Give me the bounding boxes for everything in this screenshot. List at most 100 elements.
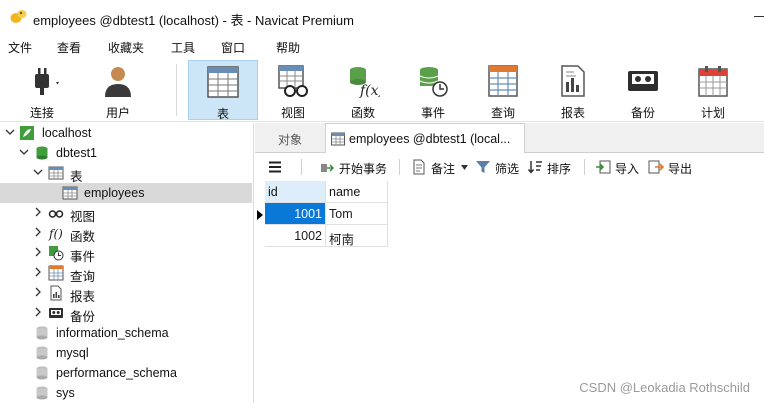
report-icon: [561, 65, 585, 97]
query-button[interactable]: 查询: [472, 60, 534, 120]
tree-item-backups[interactable]: 备份: [0, 303, 252, 324]
filter-label: 筛选: [495, 162, 520, 176]
minimize-button[interactable]: [740, 0, 764, 34]
cell-name[interactable]: Tom: [326, 203, 388, 225]
database-label: mysql: [56, 346, 89, 360]
cell-id[interactable]: 1001: [265, 203, 326, 225]
filter-button[interactable]: 筛选: [475, 157, 523, 177]
menu-file[interactable]: 文件: [8, 39, 32, 56]
plug-icon: [35, 68, 59, 95]
menu-help[interactable]: 帮助: [276, 39, 300, 56]
connect-button[interactable]: 连接: [18, 60, 78, 120]
database-inactive-icon: [36, 366, 48, 380]
menu-button[interactable]: [267, 157, 287, 177]
begin-transaction-label: 开始事务: [339, 162, 388, 176]
cell-name[interactable]: 柯南: [326, 225, 388, 247]
user-label: 用户: [105, 106, 130, 120]
begin-transaction-button[interactable]: 开始事务: [319, 157, 391, 177]
function-button[interactable]: f(x) 函数: [332, 60, 394, 120]
view-button[interactable]: 视图: [262, 60, 324, 120]
chevron-down-icon[interactable]: [5, 127, 15, 137]
event-button[interactable]: 事件: [402, 60, 464, 120]
navicat-logo-icon: [10, 10, 27, 23]
import-icon: [596, 160, 611, 174]
sort-label: 排序: [547, 162, 572, 176]
tree-item-mysql[interactable]: mysql: [0, 343, 252, 363]
tab-employees[interactable]: employees @dbtest1 (local...: [325, 123, 525, 154]
backup-label: 备份: [630, 106, 655, 120]
connection-icon: [20, 126, 34, 140]
toolbar-separator: [176, 64, 177, 116]
connection-label: localhost: [42, 126, 92, 140]
tab-objects[interactable]: 对象: [255, 123, 325, 153]
connect-label: 连接: [30, 106, 55, 120]
chevron-down-icon[interactable]: [19, 147, 29, 157]
tree-item-queries[interactable]: 查询: [0, 263, 252, 284]
note-icon: [413, 159, 425, 175]
event-icon: [49, 246, 64, 261]
view-icon: [278, 65, 308, 97]
note-button[interactable]: 备注: [411, 157, 471, 177]
chevron-right-icon[interactable]: [33, 287, 43, 297]
filter-icon: [476, 161, 490, 173]
chevron-right-icon[interactable]: [33, 247, 43, 257]
chevron-right-icon[interactable]: [33, 207, 43, 217]
tree-item-views[interactable]: 视图: [0, 203, 252, 224]
tree-item-information-schema[interactable]: information_schema: [0, 323, 252, 343]
function-label: 函数: [350, 106, 375, 120]
import-button[interactable]: 导入: [595, 157, 643, 177]
tree-item-functions[interactable]: f() 函数: [0, 223, 252, 244]
function-icon: f(x): [350, 67, 380, 98]
chevron-right-icon[interactable]: [33, 307, 43, 317]
backup-button[interactable]: 备份: [612, 60, 674, 120]
report-button[interactable]: 报表: [542, 60, 604, 120]
table-icon: [207, 66, 239, 98]
caret-down-icon[interactable]: [461, 165, 468, 170]
transaction-icon: [321, 164, 335, 172]
user-button[interactable]: 用户: [90, 60, 146, 120]
tab-employees-label: employees @dbtest1 (local...: [349, 132, 511, 146]
query-label: 查询: [490, 106, 515, 120]
database-inactive-icon: [36, 346, 48, 360]
sort-icon: [527, 161, 542, 174]
tree-item-tables[interactable]: 表: [0, 163, 252, 184]
menu-view[interactable]: 查看: [57, 39, 81, 56]
chevron-down-icon[interactable]: [33, 167, 43, 177]
schedule-button[interactable]: 计划: [682, 60, 744, 120]
sort-button[interactable]: 排序: [527, 157, 577, 177]
import-label: 导入: [615, 162, 640, 176]
data-grid: id name 1001 Tom 1002 柯南: [255, 181, 764, 403]
watermark: CSDN @Leokadia Rothschild: [579, 380, 750, 395]
grid-toolbar: 开始事务 备注 筛选 排序 导入 导出: [255, 153, 764, 181]
tree-item-events[interactable]: 事件: [0, 243, 252, 264]
tree-item-sys[interactable]: sys: [0, 383, 252, 403]
tree-item-performance-schema[interactable]: performance_schema: [0, 363, 252, 383]
window-title: employees @dbtest1 (localhost) - 表 - Nav…: [33, 13, 354, 28]
menu-window[interactable]: 窗口: [221, 39, 245, 56]
chevron-right-icon[interactable]: [33, 227, 43, 237]
tree-item-reports[interactable]: 报表: [0, 283, 252, 304]
column-header-name[interactable]: name: [326, 181, 388, 203]
tree-item-employees[interactable]: employees: [0, 183, 252, 203]
database-inactive-icon: [36, 326, 48, 340]
tree-item-localhost[interactable]: localhost: [0, 123, 252, 143]
query-icon: [488, 65, 518, 97]
export-button[interactable]: 导出: [648, 157, 698, 177]
backup-icon: [49, 308, 63, 318]
tables-folder-icon: [48, 166, 64, 180]
menu-bar: 文件 查看 收藏夹 工具 窗口 帮助: [0, 34, 764, 58]
event-label: 事件: [420, 106, 445, 120]
cell-id[interactable]: 1002: [265, 225, 326, 247]
table-label: employees: [84, 186, 145, 200]
table-button[interactable]: 表: [188, 60, 258, 121]
database-label: sys: [56, 386, 75, 400]
backup-icon: [628, 71, 658, 91]
menu-tools[interactable]: 工具: [171, 39, 195, 56]
export-icon: [648, 160, 664, 174]
grid-toolbar-separator: [584, 159, 585, 175]
database-label: performance_schema: [56, 366, 177, 380]
tree-item-dbtest1[interactable]: dbtest1: [0, 143, 252, 163]
column-header-id[interactable]: id: [265, 181, 326, 203]
chevron-right-icon[interactable]: [33, 267, 43, 277]
menu-favorites[interactable]: 收藏夹: [108, 39, 144, 56]
